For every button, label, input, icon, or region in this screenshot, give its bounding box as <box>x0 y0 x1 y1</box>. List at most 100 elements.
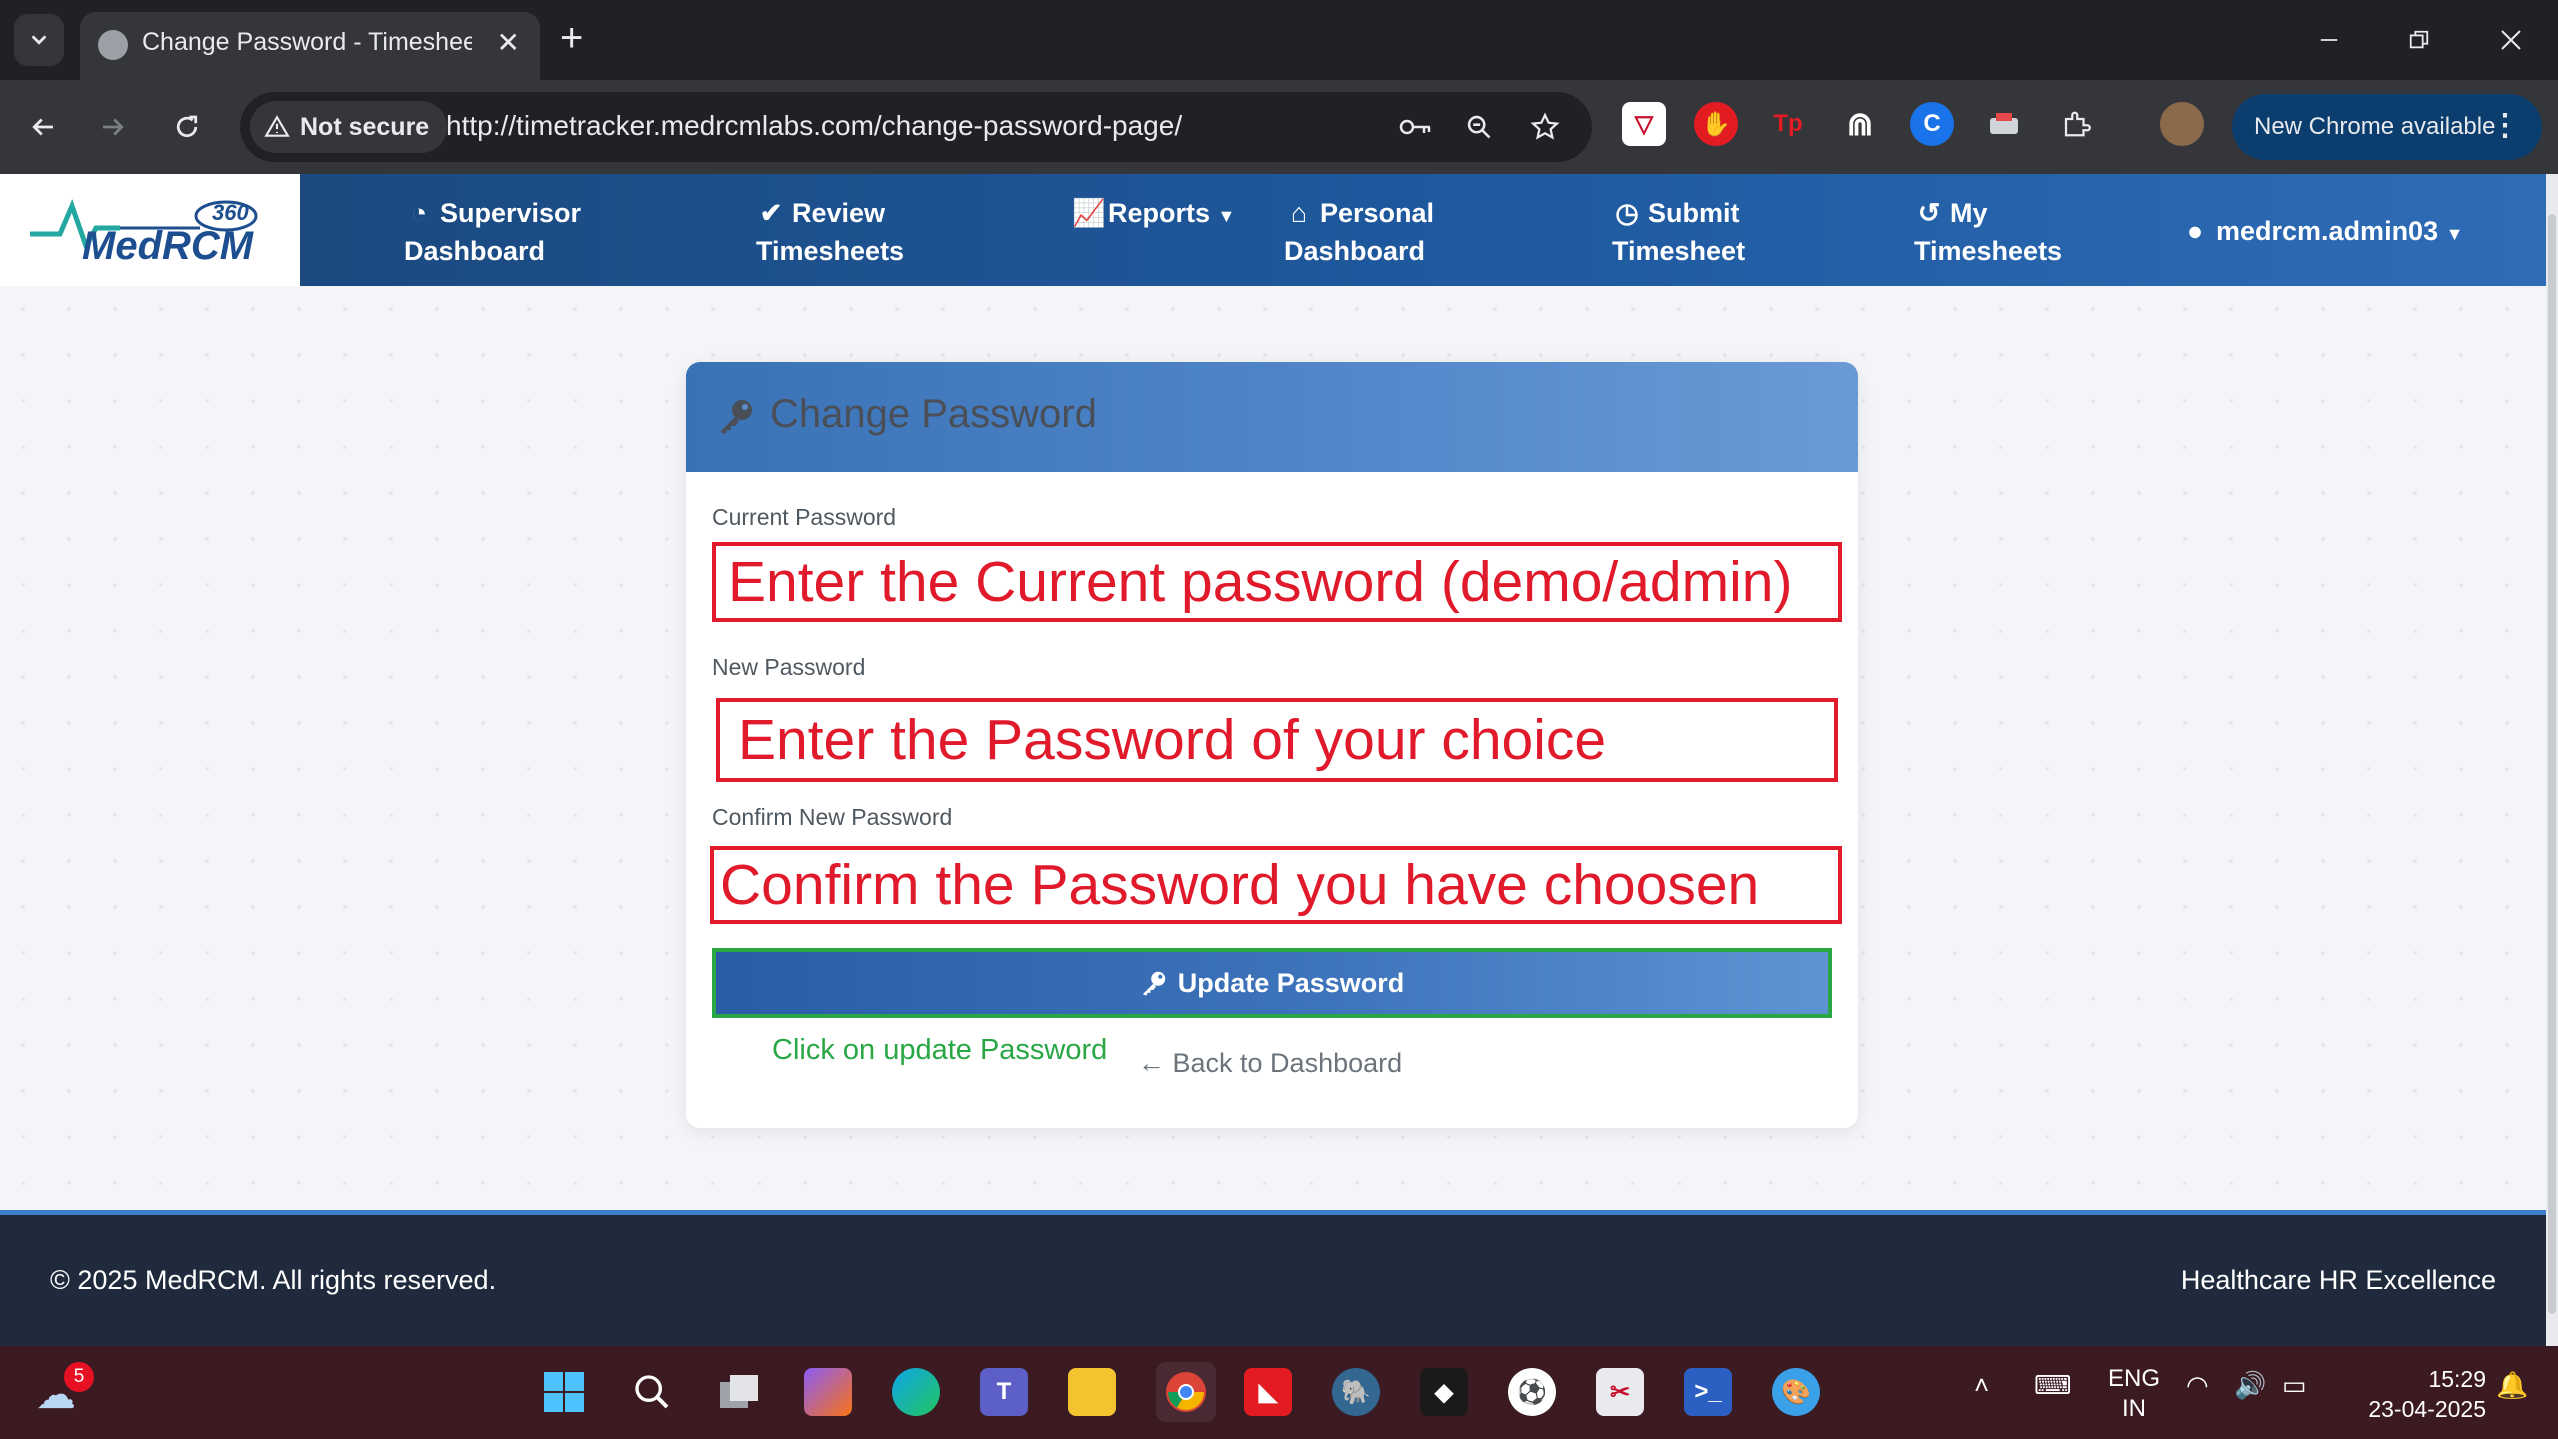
wifi-icon[interactable]: ◠ <box>2186 1370 2209 1401</box>
amd-app-icon[interactable]: ◣ <box>1244 1368 1292 1416</box>
adblock-extension-icon[interactable]: ✋ <box>1694 102 1738 146</box>
chrome-update-button[interactable]: New Chrome available ⋮ <box>2232 94 2542 160</box>
nav-label: Review <box>792 198 886 228</box>
nav-label-line2: Timesheets <box>1914 236 2063 266</box>
caret-down-icon: ▼ <box>2445 224 2464 244</box>
change-password-card: Change Password Current Password Enter t… <box>686 362 1858 1128</box>
arrow-left-icon <box>32 118 53 136</box>
scrollbar-thumb[interactable] <box>2548 214 2556 1314</box>
notification-badge: 5 <box>64 1362 94 1392</box>
reload-button[interactable] <box>162 102 212 152</box>
more-vert-icon[interactable]: ⋮ <box>2490 108 2520 143</box>
user-menu-dropdown[interactable]: ● medrcm.admin03 ▼ <box>2180 212 2464 253</box>
lang-code: ENG <box>2107 1365 2160 1392</box>
chrome-taskbar-button[interactable] <box>1156 1362 1216 1422</box>
notification-bell-icon[interactable]: 🔔 <box>2496 1370 2528 1401</box>
battery-icon[interactable]: ▭ <box>2282 1370 2307 1401</box>
profile-avatar[interactable] <box>2160 102 2204 146</box>
password-key-icon[interactable] <box>1394 106 1436 148</box>
chevron-up-icon[interactable]: ˄ <box>1974 1370 1989 1401</box>
volume-icon[interactable]: 🔊 <box>2234 1370 2266 1401</box>
task-view-icon[interactable] <box>716 1368 764 1416</box>
windows-start-icon[interactable] <box>540 1368 588 1416</box>
copyright-text: © 2025 MedRCM. All rights reserved. <box>50 1265 497 1295</box>
nav-my-timesheets[interactable]: ↺ My Timesheets <box>1914 194 2062 270</box>
close-window-button[interactable] <box>2476 12 2546 68</box>
url-text[interactable]: http://timetracker.medrcmlabs.com/change… <box>446 110 1182 142</box>
edge-browser-icon[interactable] <box>892 1368 940 1416</box>
system-clock[interactable]: 15:29 23-04-2025 <box>2346 1364 2486 1424</box>
nav-supervisor-dashboard[interactable]: ◔ Supervisor Dashboard <box>404 194 581 270</box>
page-title: Change Password <box>770 392 1097 436</box>
arrow-left-icon: ← <box>1138 1048 1165 1078</box>
keyboard-icon[interactable]: ⌨ <box>2034 1370 2072 1401</box>
mcafee-extension-icon[interactable]: ▽ <box>1622 102 1666 146</box>
nav-label: Personal <box>1320 198 1435 228</box>
update-password-button[interactable]: Update Password <box>712 948 1832 1018</box>
footer-tagline: Healthcare HR Excellence <box>2180 1265 2496 1295</box>
screenshot-extension-icon[interactable] <box>1982 102 2026 146</box>
paint-app-icon[interactable]: 🎨 <box>1772 1368 1820 1416</box>
restore-icon <box>2409 30 2429 49</box>
zoom-icon[interactable] <box>1458 106 1500 148</box>
nav-label-line2: Timesheet <box>1612 236 1746 266</box>
browser-tab-active[interactable]: Change Password - Timesheet M ✕ <box>80 12 540 80</box>
browser-toolbar: Not secure http://timetracker.medrcmlabs… <box>0 80 2558 174</box>
chevron-down-icon <box>31 35 47 45</box>
file-explorer-icon[interactable] <box>1068 1368 1116 1416</box>
nav-label-line2: Dashboard <box>404 236 546 266</box>
restore-button[interactable] <box>2384 12 2454 68</box>
page-scrollbar[interactable] <box>2546 174 2558 1346</box>
postgresql-icon[interactable]: 🐘 <box>1332 1368 1380 1416</box>
medrcm-logo[interactable]: MedRCM 360 <box>0 174 300 286</box>
nav-label: Reports <box>1108 198 1211 228</box>
nav-review-timesheets[interactable]: ✔ Review Timesheets <box>756 194 904 270</box>
new-password-label: New Password <box>712 654 866 680</box>
globe-icon <box>98 30 128 60</box>
bookmark-star-icon[interactable] <box>1524 106 1566 148</box>
minimize-button[interactable] <box>2294 12 2364 68</box>
football-app-icon[interactable]: ⚽ <box>1508 1368 1556 1416</box>
close-icon[interactable]: ✕ <box>497 26 520 59</box>
lang-region: IN <box>2122 1395 2146 1422</box>
tp-extension-icon[interactable]: Tp <box>1766 102 1810 146</box>
nav-submit-timesheet[interactable]: ◷ Submit Timesheet <box>1612 194 1745 270</box>
address-bar[interactable]: Not secure http://timetracker.medrcmlabs… <box>240 92 1592 162</box>
forward-button[interactable] <box>88 102 138 152</box>
chrome-icon <box>1166 1372 1206 1412</box>
back-to-dashboard-link[interactable]: ← Back to Dashboard <box>1138 1048 1402 1079</box>
tab-search-button[interactable] <box>14 14 64 66</box>
history-icon: ↺ <box>1917 198 1941 228</box>
current-password-input[interactable]: Enter the Current password (demo/admin) <box>712 542 1842 622</box>
logo-text: MedRCM <box>82 224 254 268</box>
search-icon[interactable] <box>628 1368 676 1416</box>
warning-icon <box>264 115 290 137</box>
arrow-right-icon <box>103 118 124 136</box>
copilot-icon[interactable] <box>804 1368 852 1416</box>
current-password-label: Current Password <box>712 504 897 530</box>
confirm-password-input[interactable]: Confirm the Password you have choosen <box>710 846 1842 924</box>
new-tab-button[interactable]: + <box>560 12 583 64</box>
new-password-input[interactable]: Enter the Password of your choice <box>716 698 1838 782</box>
nav-personal-dashboard[interactable]: ⌂ Personal Dashboard <box>1284 194 1434 270</box>
clock-date: 23-04-2025 <box>2368 1396 2486 1422</box>
c-extension-icon[interactable]: C <box>1910 102 1954 146</box>
clock-icon: ◷ <box>1615 198 1639 228</box>
gauge-icon: ◔ <box>410 198 428 228</box>
nav-reports-dropdown[interactable]: 📈Reports ▼ <box>1072 194 1235 235</box>
snipping-tool-icon[interactable]: ✂ <box>1596 1368 1644 1416</box>
language-indicator[interactable]: ENG IN <box>2104 1364 2164 1424</box>
nav-label: My <box>1950 198 1988 228</box>
security-chip[interactable]: Not secure <box>250 101 448 153</box>
teams-icon[interactable]: T <box>980 1368 1028 1416</box>
nav-label-line2: Timesheets <box>756 236 905 266</box>
powershell-icon[interactable]: >_ <box>1684 1368 1732 1416</box>
back-label: Back to Dashboard <box>1172 1048 1403 1078</box>
browser-titlebar: Change Password - Timesheet M ✕ + <box>0 0 2558 80</box>
extensions-puzzle-icon[interactable] <box>2054 102 2098 146</box>
reload-icon <box>176 115 198 138</box>
check-circle-icon: ✔ <box>759 198 783 228</box>
back-button[interactable] <box>18 102 68 152</box>
m-extension-icon[interactable]: ⋒ <box>1838 102 1882 146</box>
app-cube-icon[interactable]: ◆ <box>1420 1368 1468 1416</box>
